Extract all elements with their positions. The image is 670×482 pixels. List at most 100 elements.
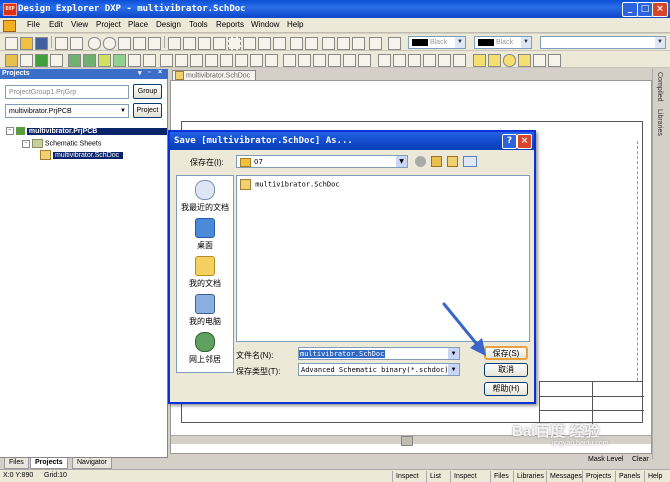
zoom-in-icon[interactable] [88,37,101,50]
menu-file[interactable]: File [27,20,40,29]
redo-icon[interactable] [305,37,318,50]
deselect-icon[interactable] [243,37,256,50]
net-icon[interactable] [113,54,126,67]
tree-item-folder[interactable]: − Schematic Sheets [22,139,101,148]
scroll-thumb[interactable] [401,436,413,446]
project-group-field[interactable]: ProjectGroup1.PrjGrp [5,85,129,99]
move-selection-icon[interactable] [258,37,271,50]
design-icon[interactable] [68,54,81,67]
board-icon[interactable] [143,54,156,67]
new-icon[interactable] [5,37,18,50]
grid-icon[interactable] [369,37,382,50]
maximize-button[interactable]: □ [637,2,653,17]
fill-color-combo[interactable]: Black ▼ [474,36,532,49]
pcb-layout-icon[interactable] [358,54,371,67]
status-projects-button[interactable]: Projects [582,471,614,482]
vcc-icon[interactable] [235,54,248,67]
menu-place[interactable]: Place [128,20,148,29]
help-button[interactable]: 帮助(H) [484,382,528,396]
library-icon[interactable] [83,54,96,67]
polygon-icon[interactable] [393,54,406,67]
tab-projects[interactable]: Projects [30,458,68,469]
part-icon[interactable] [250,54,263,67]
document-icon[interactable] [3,20,16,32]
status-files-button[interactable]: Files [490,471,512,482]
status-messages-button[interactable]: Messages [546,471,585,482]
status-libraries-button[interactable]: Libraries [513,471,547,482]
page-icon[interactable] [20,54,33,67]
save-icon[interactable] [35,37,48,50]
tab-compiled[interactable]: Compiled [656,72,663,102]
zoom-fit-icon[interactable] [148,37,161,50]
save-button[interactable]: 保存(S) [484,346,528,360]
zoom-area-icon[interactable] [118,37,131,50]
project-icon[interactable] [35,54,48,67]
rubber-stamp-icon[interactable] [213,37,226,50]
menu-design[interactable]: Design [156,20,181,29]
minimize-button[interactable]: _ [622,2,638,17]
chip-icon[interactable] [128,54,141,67]
menu-help[interactable]: Help [287,20,303,29]
place-recent[interactable]: 我最近的文档 [177,180,233,213]
zoom-out-icon[interactable] [103,37,116,50]
browse-library-icon[interactable] [352,37,365,50]
copy-icon[interactable] [183,37,196,50]
open-doc-icon[interactable] [5,54,18,67]
text-icon[interactable] [438,54,451,67]
select-area-icon[interactable] [228,37,241,50]
menu-window[interactable]: Window [251,20,279,29]
tab-files[interactable]: Files [4,458,29,469]
group-button[interactable]: Group [133,84,162,99]
clear-button[interactable]: Clear [632,456,649,463]
project-button[interactable]: Project [133,103,162,118]
filename-field[interactable]: multivibrator.SchDoc ▼ [298,347,460,360]
snap-icon[interactable] [388,37,401,50]
wire-icon[interactable] [160,54,173,67]
place-computer[interactable]: 我的电脑 [177,294,233,327]
tree-item-schdoc[interactable]: multivibrator.SchDoc [40,150,124,160]
text-frame-icon[interactable] [453,54,466,67]
place-documents[interactable]: 我的文档 [177,256,233,289]
view-menu-icon[interactable] [463,156,477,167]
component-icon[interactable] [50,54,63,67]
tree-item-project[interactable]: − multivibrator.PrjPCB [6,127,168,135]
print-icon[interactable] [55,37,68,50]
close-button[interactable]: × [652,2,668,17]
project-combo[interactable]: multivibrator.PrjPCB ▼ [5,104,129,118]
pie-icon[interactable] [518,54,531,67]
pin-icon[interactable]: ▫ [148,69,150,76]
undo-icon[interactable] [290,37,303,50]
cancel-button[interactable]: 取消 [484,363,528,377]
place-desktop[interactable]: 桌面 [177,218,233,251]
gnd-icon[interactable] [220,54,233,67]
net-label-icon[interactable] [205,54,218,67]
collapse-icon[interactable]: − [6,127,14,135]
open-icon[interactable] [20,37,33,50]
line-icon[interactable] [378,54,391,67]
cross-probe-icon[interactable] [273,37,286,50]
status-inspect-button[interactable]: Inspect [392,471,422,482]
sheet-symbol-icon[interactable] [265,54,278,67]
print-preview-icon[interactable] [70,37,83,50]
menu-edit[interactable]: Edit [49,20,63,29]
up-folder-icon[interactable] [431,156,442,167]
status-help-button[interactable]: Help [644,471,665,482]
mask-level-button[interactable]: Mask Level [588,456,623,463]
close-panel-icon[interactable]: × [158,69,162,76]
array-icon[interactable] [548,54,561,67]
sheet-entry-icon[interactable] [283,54,296,67]
menu-tools[interactable]: Tools [189,20,208,29]
no-erc-icon[interactable] [313,54,326,67]
save-in-combo[interactable]: 07 ▼ [236,155,408,168]
zoom-selected-icon[interactable] [133,37,146,50]
place-network[interactable]: 网上邻居 [177,332,233,365]
pcb-icon[interactable] [98,54,111,67]
status-panels-button[interactable]: Panels [615,471,643,482]
line-color-combo[interactable]: Black ▼ [408,36,466,49]
back-icon[interactable] [415,156,426,167]
file-item[interactable]: multivibrator.SchDoc [240,179,340,190]
menu-view[interactable]: View [71,20,88,29]
port-icon[interactable] [298,54,311,67]
round-rect-icon[interactable] [488,54,501,67]
dialog-close-button[interactable]: × [517,134,532,149]
